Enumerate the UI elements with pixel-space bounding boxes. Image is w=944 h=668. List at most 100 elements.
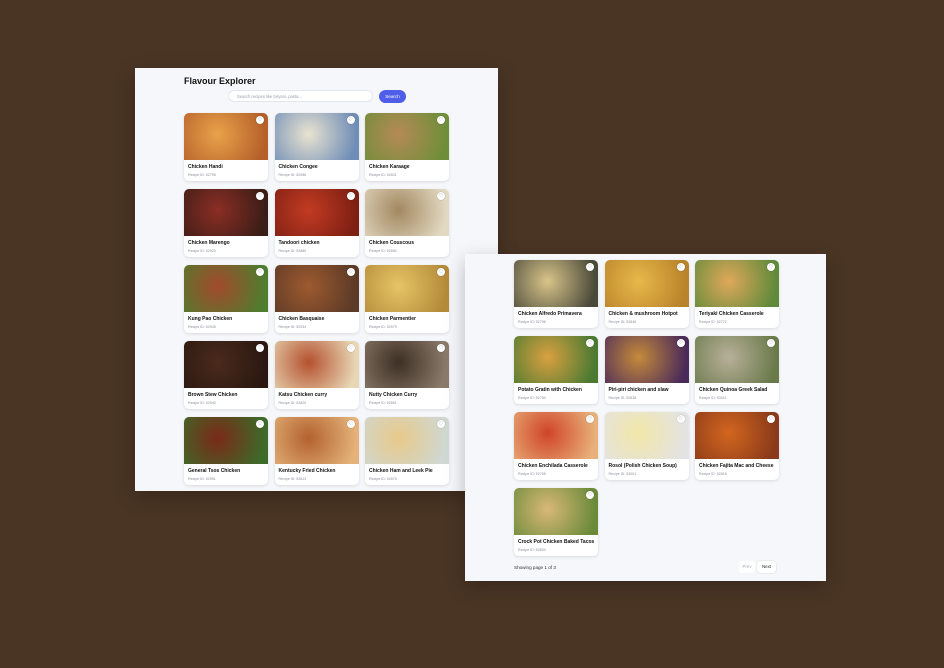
recipe-image[interactable] bbox=[274, 189, 359, 236]
recipe-id: Recipe ID: 52875 bbox=[369, 477, 397, 481]
recipe-card[interactable]: ♡ General Tsos Chicken Recipe ID: 52951 bbox=[184, 417, 268, 485]
recipe-card[interactable]: ♡ Chicken Basquaise Recipe ID: 52934 bbox=[274, 265, 359, 333]
recipe-image[interactable] bbox=[274, 417, 359, 464]
recipe-id: Recipe ID: 52795 bbox=[188, 173, 216, 177]
recipe-name: Potato Gratin with Chicken bbox=[518, 387, 582, 393]
heart-icon[interactable]: ♡ bbox=[767, 415, 775, 423]
search-input[interactable]: Search recipes like biryani, pasta... bbox=[228, 90, 373, 102]
heart-icon[interactable]: ♡ bbox=[676, 263, 685, 271]
recipe-image[interactable] bbox=[604, 260, 689, 307]
heart-icon[interactable]: ♡ bbox=[437, 420, 445, 428]
recipe-card[interactable]: ♡ Teriyaki Chicken Casserole Recipe ID: 52… bbox=[695, 260, 779, 328]
recipe-card[interactable]: ♡ Chicken & mushroom Hotpot Recipe ID: 528… bbox=[604, 260, 689, 328]
recipe-id: Recipe ID: 52813 bbox=[278, 477, 307, 481]
recipe-card[interactable]: ♡ Chicken Ham and Leek Pie Recipe ID: 5287… bbox=[365, 417, 449, 485]
recipe-name: Chicken Couscous bbox=[369, 240, 415, 246]
recipe-card[interactable]: ♡ Chicken Handi Recipe ID: 52795 bbox=[184, 113, 268, 181]
heart-icon[interactable]: ♡ bbox=[256, 344, 264, 352]
recipe-card[interactable]: ♡ Potato Gratin with Chicken Recipe ID: 52… bbox=[514, 336, 598, 404]
recipe-id: Recipe ID: 52956 bbox=[278, 173, 307, 177]
search-button[interactable]: Search bbox=[379, 90, 406, 103]
recipe-image[interactable] bbox=[274, 341, 359, 388]
recipe-name: Teriyaki Chicken Casserole bbox=[699, 311, 764, 317]
heart-icon[interactable]: ♡ bbox=[586, 339, 594, 347]
recipe-id: Recipe ID: 52831 bbox=[369, 173, 397, 177]
heart-icon[interactable]: ♡ bbox=[437, 344, 445, 352]
heart-icon[interactable]: ♡ bbox=[676, 339, 685, 347]
heart-icon[interactable]: ♡ bbox=[346, 268, 355, 276]
recipe-name: Chicken Handi bbox=[188, 164, 223, 170]
heart-icon[interactable]: ♡ bbox=[437, 192, 445, 200]
heart-icon[interactable]: ♡ bbox=[676, 415, 685, 423]
recipe-card[interactable]: ♡ Kentucky Fried Chicken Recipe ID: 52813 bbox=[274, 417, 359, 485]
heart-icon[interactable]: ♡ bbox=[586, 415, 594, 423]
results-page-1: Flavour Explorer Search recipes like bir… bbox=[135, 68, 498, 491]
heart-icon[interactable]: ♡ bbox=[256, 420, 264, 428]
recipe-card[interactable]: ♡ Chicken Congee Recipe ID: 52956 bbox=[274, 113, 359, 181]
recipe-name: Crock Pot Chicken Baked Tacos bbox=[518, 539, 595, 545]
next-button[interactable]: Next bbox=[757, 561, 776, 573]
recipe-name: Chicken Enchilada Casserole bbox=[518, 463, 588, 469]
recipe-image[interactable] bbox=[274, 265, 359, 312]
recipe-id: Recipe ID: 53011 bbox=[699, 396, 727, 400]
recipe-card[interactable]: ♡ Brown Stew Chicken Recipe ID: 52940 bbox=[184, 341, 268, 409]
pagination-status: Showing page 1 of 3 bbox=[514, 565, 556, 570]
recipe-image[interactable] bbox=[604, 336, 689, 383]
heart-icon[interactable]: ♡ bbox=[767, 339, 775, 347]
recipe-card[interactable]: ♡ Rosol (Polish Chicken Soup) Recipe ID: 5… bbox=[604, 412, 689, 480]
recipe-card[interactable]: ♡ Kung Pao Chicken Recipe ID: 52945 bbox=[184, 265, 268, 333]
recipe-name: Piri-piri chicken and slaw bbox=[608, 387, 669, 393]
recipe-card[interactable]: ♡ Nutty Chicken Curry Recipe ID: 52851 bbox=[365, 341, 449, 409]
recipe-id: Recipe ID: 52940 bbox=[188, 401, 216, 405]
recipe-card[interactable]: ♡ Chicken Marengo Recipe ID: 52920 bbox=[184, 189, 268, 257]
heart-icon[interactable]: ♡ bbox=[346, 192, 355, 200]
recipe-card[interactable]: ♡ Chicken Alfredo Primavera Recipe ID: 527… bbox=[514, 260, 598, 328]
recipe-card[interactable]: ♡ Chicken Karaage Recipe ID: 52831 bbox=[365, 113, 449, 181]
recipe-image[interactable] bbox=[604, 412, 689, 459]
recipe-card[interactable]: ♡ Chicken Quinoa Greek Salad Recipe ID: 53… bbox=[695, 336, 779, 404]
recipe-card[interactable]: ♡ Piri-piri chicken and slaw Recipe ID: 52… bbox=[604, 336, 689, 404]
recipe-card[interactable]: ♡ Tandoori chicken Recipe ID: 52880 bbox=[274, 189, 359, 257]
recipe-id: Recipe ID: 52820 bbox=[278, 401, 307, 405]
recipe-name: Katsu Chicken curry bbox=[278, 392, 328, 398]
recipe-id: Recipe ID: 52880 bbox=[278, 249, 307, 253]
recipe-id: Recipe ID: 53001 bbox=[608, 472, 637, 476]
recipe-card[interactable]: ♡ Chicken Parmentier Recipe ID: 52979 bbox=[365, 265, 449, 333]
recipe-id: Recipe ID: 52796 bbox=[518, 320, 546, 324]
recipe-image[interactable] bbox=[274, 113, 359, 160]
heart-icon[interactable]: ♡ bbox=[586, 263, 594, 271]
recipe-name: Chicken Basquaise bbox=[278, 316, 325, 322]
recipe-id: Recipe ID: 52765 bbox=[518, 472, 546, 476]
heart-icon[interactable]: ♡ bbox=[256, 116, 264, 124]
recipe-name: Tandoori chicken bbox=[278, 240, 320, 246]
heart-icon[interactable]: ♡ bbox=[346, 420, 355, 428]
recipe-id: Recipe ID: 52851 bbox=[369, 401, 397, 405]
recipe-id: Recipe ID: 52846 bbox=[608, 320, 637, 324]
heart-icon[interactable]: ♡ bbox=[256, 192, 264, 200]
recipe-id: Recipe ID: 52780 bbox=[518, 396, 546, 400]
heart-icon[interactable]: ♡ bbox=[346, 116, 355, 124]
recipe-name: Chicken Marengo bbox=[188, 240, 230, 246]
heart-icon[interactable]: ♡ bbox=[256, 268, 264, 276]
recipe-card[interactable]: ♡ Chicken Fajita Mac and Cheese Recipe ID:… bbox=[695, 412, 779, 480]
recipe-id: Recipe ID: 52850 bbox=[369, 249, 397, 253]
prev-button[interactable]: Prev bbox=[739, 561, 755, 573]
recipe-card[interactable]: ♡ Chicken Enchilada Casserole Recipe ID: 5… bbox=[514, 412, 598, 480]
recipe-card[interactable]: ♡ Chicken Couscous Recipe ID: 52850 bbox=[365, 189, 449, 257]
recipe-card[interactable]: ♡ Crock Pot Chicken Baked Tacos Recipe ID:… bbox=[514, 488, 598, 556]
recipe-name: Chicken Alfredo Primavera bbox=[518, 311, 582, 317]
heart-icon[interactable]: ♡ bbox=[346, 344, 355, 352]
results-page-2: ♡ Chicken Alfredo Primavera Recipe ID: 527… bbox=[465, 254, 826, 581]
recipe-id: Recipe ID: 52830 bbox=[518, 548, 546, 552]
heart-icon[interactable]: ♡ bbox=[586, 491, 594, 499]
recipe-card[interactable]: ♡ Katsu Chicken curry Recipe ID: 52820 bbox=[274, 341, 359, 409]
recipe-name: Kentucky Fried Chicken bbox=[278, 468, 336, 474]
recipe-name: Chicken Congee bbox=[278, 164, 318, 170]
recipe-name: Rosol (Polish Chicken Soup) bbox=[608, 463, 677, 469]
recipe-name: Kung Pao Chicken bbox=[188, 316, 233, 322]
page-title: Flavour Explorer bbox=[184, 76, 256, 86]
recipe-name: Chicken Fajita Mac and Cheese bbox=[699, 463, 774, 469]
heart-icon[interactable]: ♡ bbox=[437, 116, 445, 124]
heart-icon[interactable]: ♡ bbox=[437, 268, 445, 276]
heart-icon[interactable]: ♡ bbox=[767, 263, 775, 271]
